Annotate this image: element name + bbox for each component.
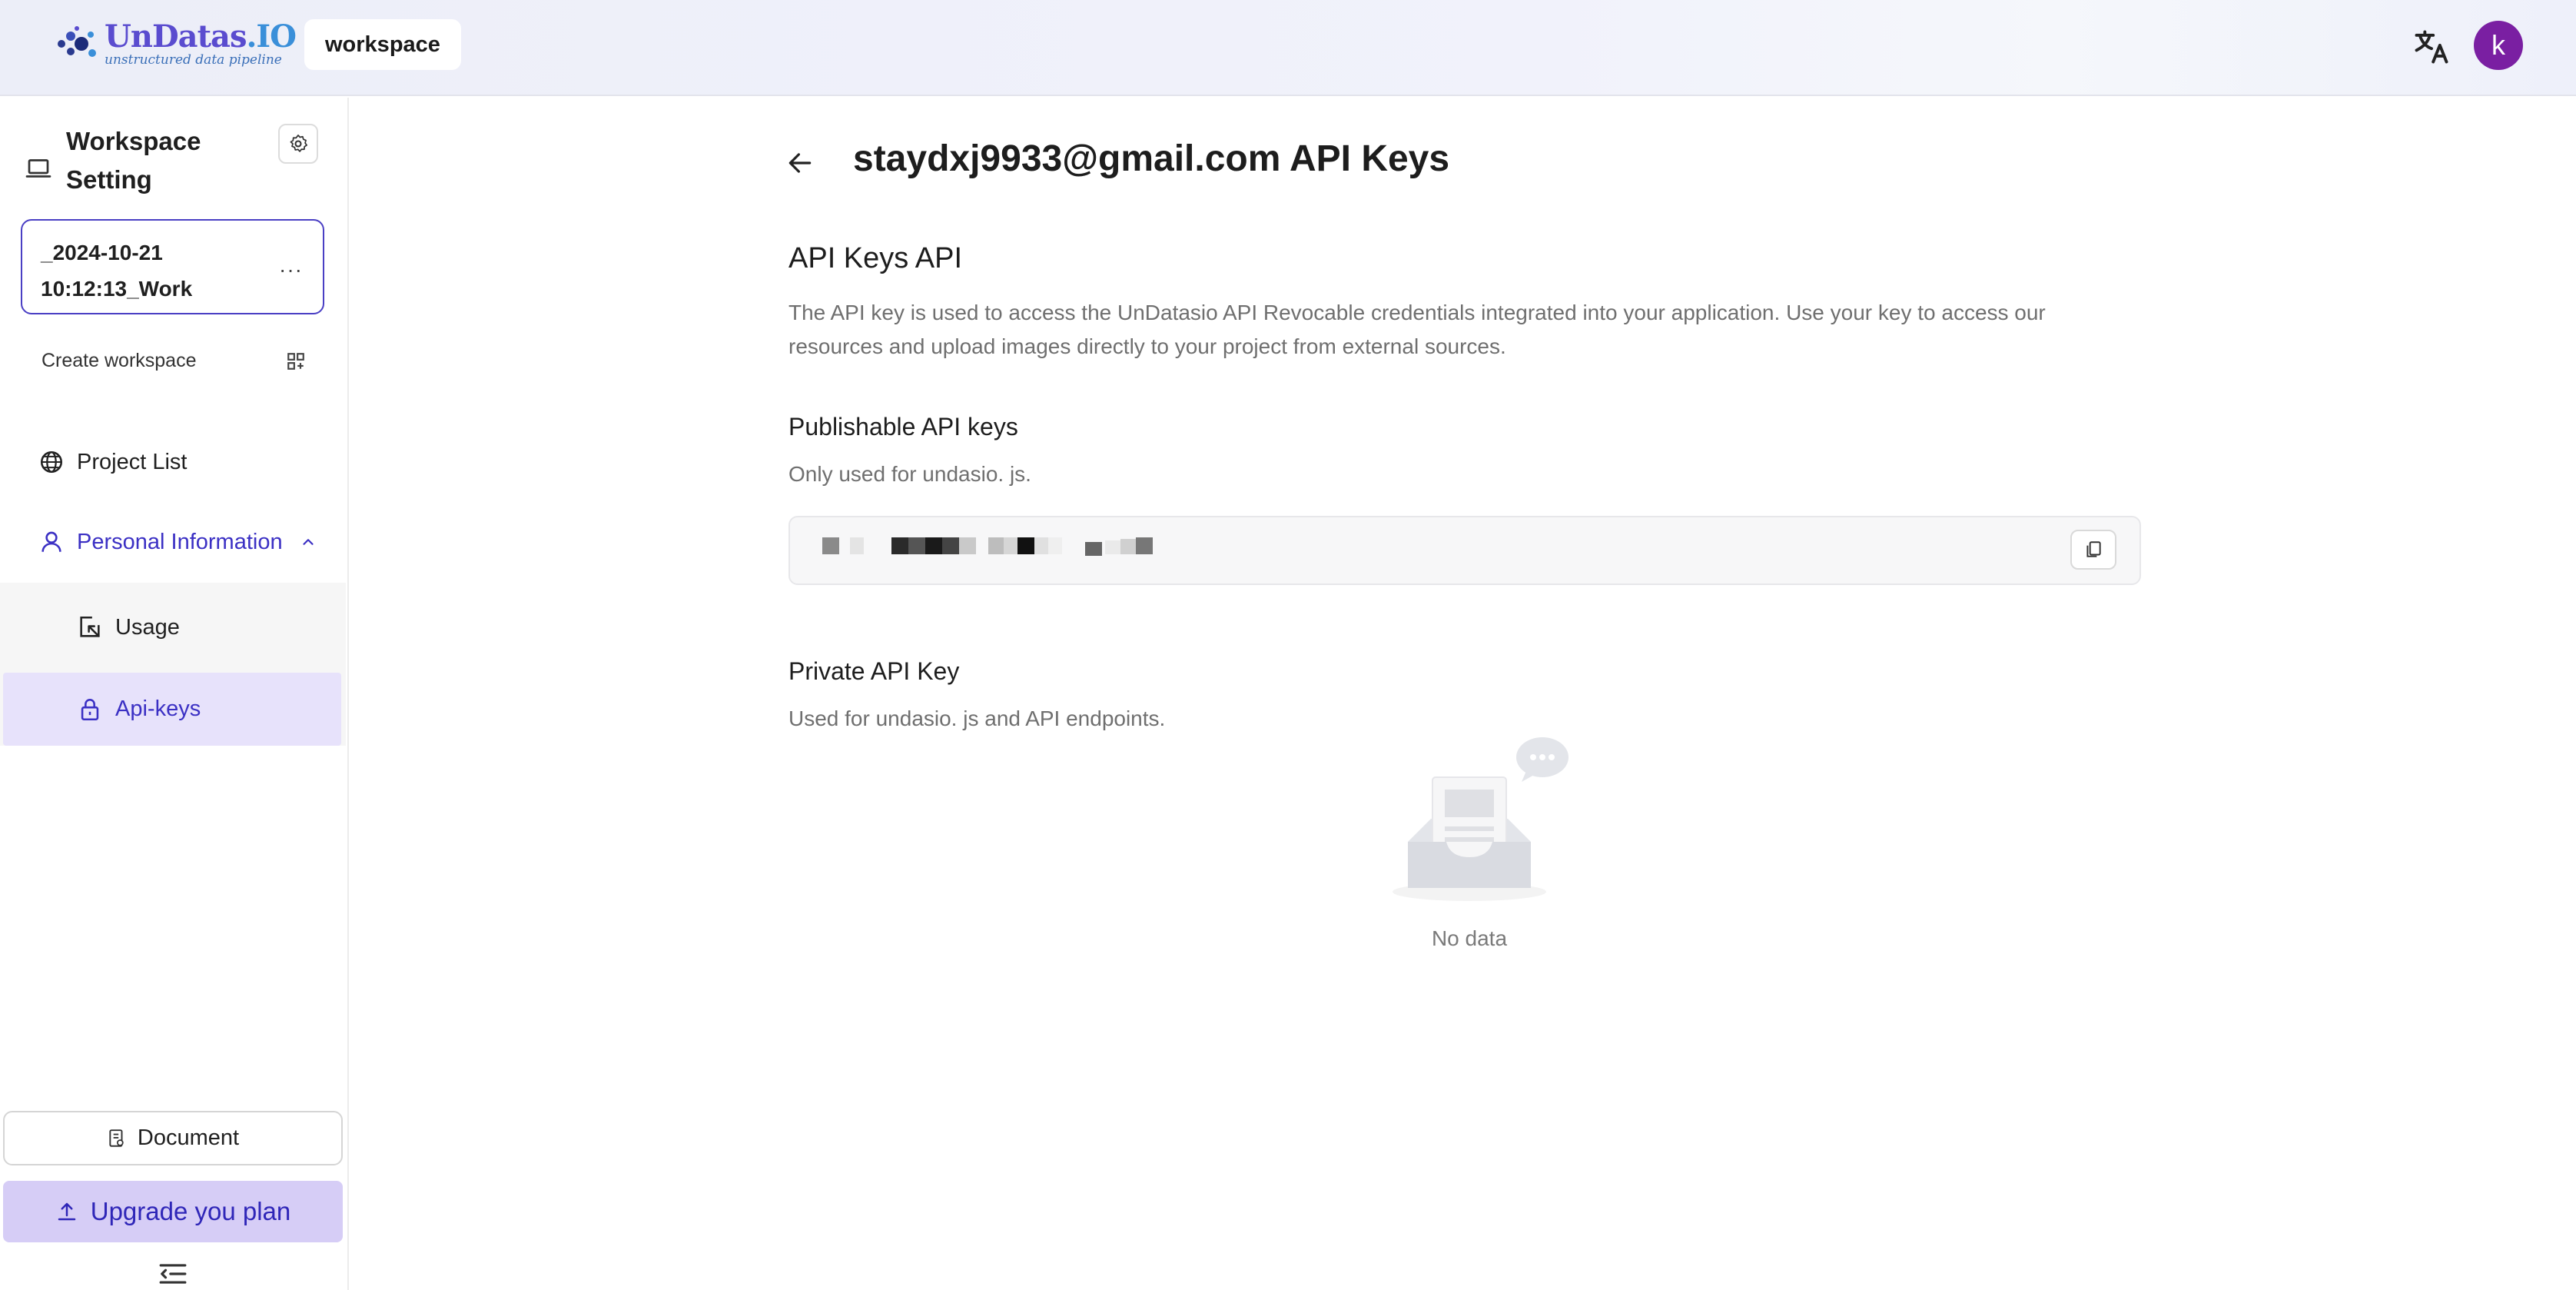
translate-icon[interactable] <box>2412 27 2452 67</box>
sidebar-item-label: Api-keys <box>115 697 201 721</box>
upgrade-plan-button[interactable]: Upgrade you plan <box>3 1181 343 1242</box>
workspace-setting-title: Workspace Setting <box>66 127 201 194</box>
laptop-icon <box>25 159 51 178</box>
user-icon <box>41 531 61 552</box>
logo-tagline: unstructured data pipeline <box>105 52 282 68</box>
publishable-keys-title: Publishable API keys <box>788 413 1018 441</box>
document-button[interactable]: Document <box>3 1111 343 1165</box>
sidebar-item-label: Usage <box>115 614 180 640</box>
private-key-description: Used for undasio. js and API endpoints. <box>788 707 1166 730</box>
workspace-setting-header: Workspace Setting <box>25 122 258 199</box>
add-workspace-icon[interactable] <box>286 351 306 371</box>
workspace-pill[interactable]: workspace <box>304 19 461 70</box>
logo-mark-icon <box>58 25 96 57</box>
lock-icon <box>81 698 99 720</box>
private-key-title: Private API Key <box>788 657 960 685</box>
upgrade-plan-label: Upgrade you plan <box>90 1197 291 1225</box>
collapse-sidebar-icon[interactable] <box>158 1262 188 1286</box>
sidebar-item-label: Project List <box>77 449 188 474</box>
sidebar-item-project-list[interactable]: Project List <box>0 425 349 499</box>
more-options-icon[interactable]: ··· <box>279 251 303 288</box>
avatar[interactable]: k <box>2474 21 2523 70</box>
page-title: staydxj9933@gmail.com API Keys <box>853 138 1450 179</box>
sidebar: Workspace Setting _2024-10-21 10:12:13_W… <box>0 98 349 1290</box>
sidebar-item-usage[interactable]: Usage <box>0 590 341 664</box>
section-title: API Keys API <box>788 242 962 274</box>
back-arrow-icon[interactable] <box>785 148 815 178</box>
workspace-card[interactable]: _2024-10-21 10:12:13_Work ··· <box>21 219 324 314</box>
empty-inbox-icon <box>1393 737 1569 901</box>
upload-icon <box>58 1202 75 1221</box>
usage-icon <box>80 616 100 637</box>
logo[interactable]: UnDatas.IO unstructured data pipeline <box>54 18 297 68</box>
globe-icon <box>40 451 63 474</box>
publishable-key-field[interactable] <box>788 516 2141 585</box>
section-description: The API key is used to access the UnData… <box>788 301 2046 358</box>
publishable-keys-description: Only used for undasio. js. <box>788 462 1031 486</box>
workspace-card-name-line2: 10:12:13_Work <box>41 277 193 301</box>
copy-key-button[interactable] <box>2070 530 2116 570</box>
document-button-label: Document <box>137 1125 240 1150</box>
document-icon <box>109 1129 124 1147</box>
workspace-settings-button[interactable] <box>278 124 318 164</box>
sidebar-item-personal-information[interactable]: Personal Information <box>0 505 349 579</box>
workspace-card-name-line1: _2024-10-21 <box>41 241 163 264</box>
chevron-up-icon <box>302 539 314 545</box>
empty-state-text: No data <box>1431 926 1508 950</box>
gear-icon <box>290 135 307 152</box>
top-bar: UnDatas.IO unstructured data pipeline wo… <box>0 0 2576 96</box>
copy-icon <box>2086 541 2101 557</box>
create-workspace-link[interactable]: Create workspace <box>41 350 196 372</box>
sidebar-item-label: Personal Information <box>77 529 283 554</box>
sidebar-item-api-keys[interactable]: Api-keys <box>3 673 341 746</box>
main-content: staydxj9933@gmail.com API Keys API Keys … <box>350 98 2576 1290</box>
redacted-key-value <box>822 537 1153 556</box>
logo-name: UnDatas.IO <box>105 18 297 55</box>
